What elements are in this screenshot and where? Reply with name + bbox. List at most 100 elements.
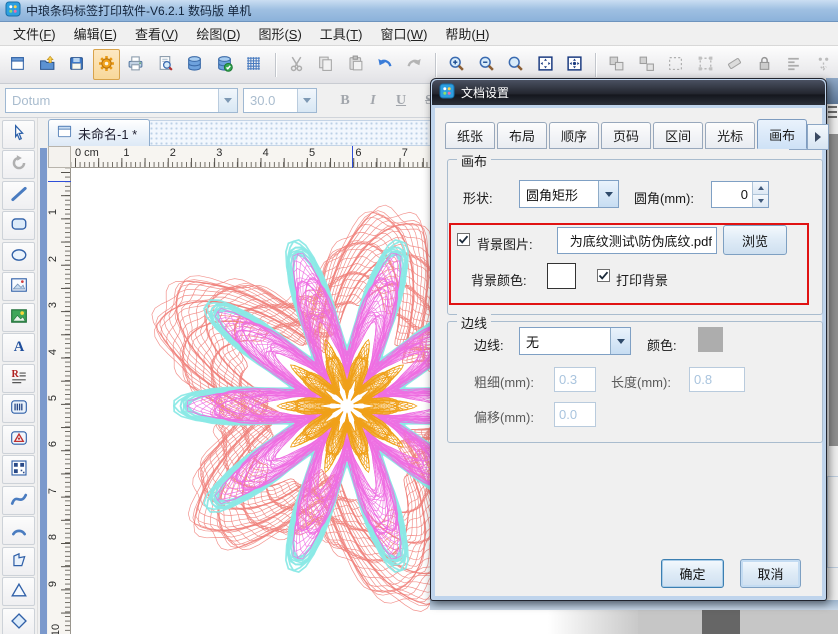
cut-icon [288, 55, 305, 75]
spinner-down-button[interactable] [753, 194, 768, 207]
chevron-down-icon [605, 192, 613, 197]
border-weight-value: 0.3 [559, 372, 577, 387]
tool-line-button[interactable] [2, 181, 35, 210]
database-button[interactable] [181, 49, 209, 80]
menu-item-窗口W[interactable]: 窗口(W) [371, 22, 436, 45]
new-document-button[interactable] [4, 49, 32, 80]
arc-icon [10, 520, 28, 541]
group-button [603, 49, 631, 80]
tool-barcode-button[interactable] [2, 394, 35, 423]
menu-item-图形S[interactable]: 图形(S) [249, 22, 310, 45]
v-ruler-tick-label: 2 [47, 256, 59, 262]
eraser-button [721, 49, 749, 80]
fit-window-button[interactable] [531, 49, 559, 80]
zoom-out-button[interactable] [472, 49, 500, 80]
font-size-combobox: 30.0 [243, 88, 317, 113]
tool-rich-text-button[interactable]: R [2, 364, 35, 393]
tool-pointer-button[interactable] [2, 120, 35, 149]
zoom-in-button[interactable] [443, 49, 471, 80]
menu-item-绘图D[interactable]: 绘图(D) [187, 22, 249, 45]
print-preview-button[interactable] [152, 49, 180, 80]
tool-qrcode-button[interactable] [2, 455, 35, 484]
dialog-titlebar[interactable]: 文档设置 [432, 80, 825, 105]
zoom-out-icon [478, 55, 495, 75]
tab-scroll-right-button[interactable] [807, 124, 829, 150]
settings-button[interactable] [93, 49, 121, 80]
grid-button[interactable] [240, 49, 268, 80]
menu-item-工具T[interactable]: 工具(T) [311, 22, 372, 45]
tool-arc-button[interactable] [2, 516, 35, 545]
tool-picture-frame-button[interactable] [2, 272, 35, 301]
database-check-button[interactable] [211, 49, 239, 80]
dialog-tab-顺序[interactable]: 顺序 [549, 122, 599, 149]
arrow-down-icon [758, 199, 764, 203]
underline-button: U [389, 90, 413, 112]
font-size-dropdown-button [297, 89, 316, 112]
transform-icon [697, 55, 714, 75]
open-folder-button[interactable] [34, 49, 62, 80]
background-color-swatch[interactable] [547, 263, 576, 289]
menu-item-编辑E[interactable]: 编辑(E) [65, 22, 126, 45]
shape-dropdown-button[interactable] [598, 181, 618, 207]
tool-text-button[interactable]: A [2, 333, 35, 362]
window-titlebar: 中琅条码标签打印软件-V6.2.1 数码版 单机 [0, 0, 838, 22]
background-image-path-field[interactable]: 为底纹测试\防伪底纹.pdf [557, 227, 717, 254]
zoom-in-icon [448, 55, 465, 75]
dialog-tab-纸张[interactable]: 纸张 [445, 122, 495, 149]
print-button[interactable] [122, 49, 150, 80]
dialog-tab-区间[interactable]: 区间 [653, 122, 703, 149]
redo-button [400, 49, 428, 80]
browse-button[interactable]: 浏览 [723, 225, 787, 255]
ok-button[interactable]: 确定 [661, 559, 724, 588]
dialog-tab-页码[interactable]: 页码 [601, 122, 651, 149]
background-dialog-titlebar-sliver [826, 78, 838, 104]
chevron-down-icon [303, 98, 311, 103]
save-button[interactable] [63, 49, 91, 80]
undo-button[interactable] [371, 49, 399, 80]
distribute-button [810, 49, 838, 80]
tool-rounded-rect-button[interactable] [2, 211, 35, 240]
print-background-checkbox[interactable] [597, 269, 610, 282]
cancel-button[interactable]: 取消 [740, 559, 801, 588]
border-line-dropdown-button[interactable] [610, 328, 630, 354]
text-icon: A [10, 337, 28, 358]
menu-item-查看V[interactable]: 查看(V) [126, 22, 187, 45]
shape-combobox[interactable]: 圆角矩形 [519, 180, 619, 208]
lock-button [751, 49, 779, 80]
h-ruler-tick-label: 6 [355, 147, 361, 159]
tool-ellipse-button[interactable] [2, 242, 35, 271]
ellipse-icon [10, 246, 28, 267]
border-line-combobox[interactable]: 无 [519, 327, 631, 355]
tool-diamond-button[interactable] [2, 608, 35, 634]
fit-all-button[interactable] [561, 49, 589, 80]
copy-icon [317, 55, 334, 75]
spinner-up-button[interactable] [753, 182, 768, 194]
panel-splitter[interactable] [38, 118, 48, 634]
print-background-label: 打印背景 [616, 270, 668, 289]
menu-item-帮助H[interactable]: 帮助(H) [436, 22, 498, 45]
dialog-tab-画布[interactable]: 画布 [757, 119, 807, 149]
splitter-bar[interactable] [40, 148, 47, 634]
background-image-checkbox[interactable] [457, 233, 470, 246]
tool-picture-button[interactable] [2, 303, 35, 332]
tool-polygon-button[interactable] [2, 547, 35, 576]
polygon-icon [10, 551, 28, 572]
zoom-button[interactable] [502, 49, 530, 80]
corner-radius-label: 圆角(mm): [634, 188, 694, 207]
font-family-combobox: Dotum [5, 88, 238, 113]
fit-all-icon [566, 55, 583, 75]
corner-radius-spinner[interactable]: 0 [711, 181, 769, 208]
tool-triangle-button[interactable] [2, 577, 35, 606]
h-ruler-tick-label: 3 [216, 147, 222, 159]
document-tab[interactable]: 未命名-1 * [48, 119, 150, 146]
menu-item-文件F[interactable]: 文件(F) [4, 22, 65, 45]
h-ruler-tick-label: 2 [170, 147, 176, 159]
h-ruler-tick-label: 5 [309, 147, 315, 159]
tool-curve-button[interactable] [2, 486, 35, 515]
dialog-tab-光标[interactable]: 光标 [705, 122, 755, 149]
tool-shape-button[interactable] [2, 425, 35, 454]
background-window-sliver [826, 104, 838, 600]
dialog-tab-布局[interactable]: 布局 [497, 122, 547, 149]
database-icon [186, 55, 203, 75]
marquee-button [662, 49, 690, 80]
